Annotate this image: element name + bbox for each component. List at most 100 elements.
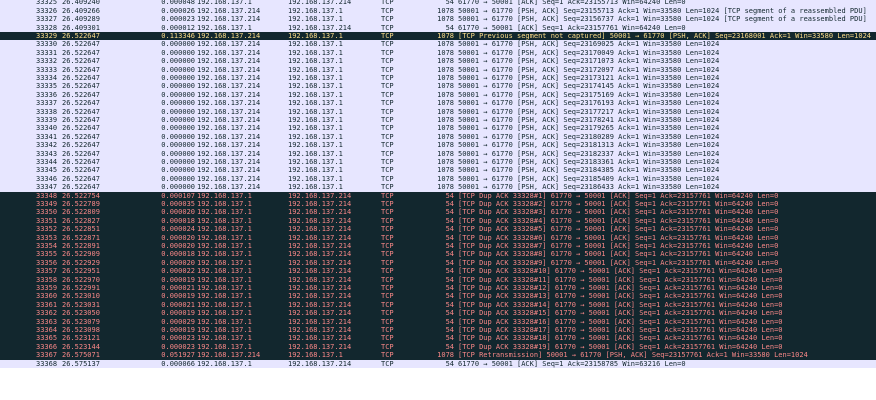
packet-protocol: TCP	[381, 326, 394, 334]
packet-destination: 192.168.137.214	[288, 200, 352, 208]
packet-row[interactable]: 33345 26.522647 0.000000 192.168.137.214 192…	[0, 166, 876, 175]
packet-row[interactable]: 33326 26.409266 0.000026 192.168.137.214 192…	[0, 6, 876, 16]
packet-row[interactable]: 33339 26.522647 0.000000 192.168.137.214 192…	[0, 116, 876, 125]
packet-destination: 192.168.137.214	[288, 326, 352, 334]
packet-length: 54	[445, 242, 454, 250]
packet-time: 26.522647	[62, 183, 100, 192]
packet-delta: 0.000020	[161, 258, 195, 267]
packet-info: 50001 → 61770 [PSH, ACK] Seq=23182337 Ac…	[458, 149, 720, 158]
packet-delta: 0.000023	[161, 15, 195, 24]
packet-row[interactable]: 33337 26.522647 0.000000 192.168.137.214 192…	[0, 99, 876, 108]
packet-source: 192.168.137.1	[197, 326, 252, 334]
packet-protocol: TCP	[381, 82, 394, 91]
packet-row[interactable]: 33351 26.522827 0.000018 192.168.137.1 192.1…	[0, 216, 876, 226]
packet-row[interactable]: 33344 26.522647 0.000000 192.168.137.214 192…	[0, 158, 876, 167]
packet-destination: 192.168.137.214	[288, 258, 352, 267]
packet-time: 26.522647	[62, 74, 100, 82]
packet-row[interactable]: 33352 26.522851 0.000024 192.168.137.1 192.1…	[0, 225, 876, 234]
packet-row[interactable]: 33331 26.522647 0.000000 192.168.137.214 192…	[0, 48, 876, 58]
packet-row[interactable]: 33350 26.522809 0.000020 192.168.137.1 192.1…	[0, 208, 876, 217]
packet-delta: 0.000000	[161, 99, 195, 108]
packet-row[interactable]: 33335 26.522647 0.000000 192.168.137.214 192…	[0, 82, 876, 91]
packet-row[interactable]: 33330 26.522647 0.000000 192.168.137.214 192…	[0, 40, 876, 49]
packet-source: 192.168.137.214	[197, 32, 261, 40]
packet-source: 192.168.137.214	[197, 116, 261, 124]
packet-row[interactable]: 33361 26.523031 0.000021 192.168.137.1 192.1…	[0, 300, 876, 310]
packet-time: 26.522647	[62, 48, 100, 57]
packet-source: 192.168.137.1	[197, 284, 252, 292]
packet-row[interactable]: 33348 26.522754 0.000107 192.168.137.1 192.1…	[0, 191, 876, 200]
packet-source: 192.168.137.214	[197, 183, 261, 192]
packet-length: 54	[445, 216, 454, 225]
packet-delta: 0.000019	[161, 275, 195, 284]
packet-row[interactable]: 33367 26.575071 0.051927 192.168.137.214 192…	[0, 351, 876, 360]
packet-source: 192.168.137.214	[197, 149, 261, 158]
packet-length: 1078	[437, 141, 454, 150]
packet-row[interactable]: 33354 26.522891 0.000020 192.168.137.1 192.1…	[0, 242, 876, 251]
packet-info: 50001 → 61770 [PSH, ACK] Seq=23186433 Ac…	[458, 183, 720, 192]
packet-row[interactable]: 33338 26.522647 0.000000 192.168.137.214 192…	[0, 107, 876, 116]
packet-row[interactable]: 33332 26.522647 0.000000 192.168.137.214 192…	[0, 57, 876, 66]
packet-row[interactable]: 33328 26.409301 0.000012 192.168.137.1 192.1…	[0, 23, 876, 32]
packet-info: [TCP Previous segment not captured] 5000…	[458, 32, 872, 40]
packet-row[interactable]: 33362 26.523050 0.000019 192.168.137.1 192.1…	[0, 309, 876, 318]
packet-info: [TCP Dup ACK 33328#5] 61770 → 50001 [ACK…	[458, 225, 779, 234]
packet-destination: 192.168.137.1	[288, 158, 343, 166]
packet-row[interactable]: 33357 26.522951 0.000022 192.168.137.1 192.1…	[0, 267, 876, 276]
packet-time: 26.522909	[62, 250, 100, 259]
packet-row[interactable]: 33325 26.409240 0.000048 192.168.137.1 192.1…	[0, 0, 876, 7]
packet-list[interactable]: 33325 26.409240 0.000048 192.168.137.1 192.1…	[0, 0, 876, 400]
packet-protocol: TCP	[381, 149, 394, 158]
packet-row[interactable]: 33358 26.522970 0.000019 192.168.137.1 192.1…	[0, 275, 876, 284]
packet-row[interactable]: 33341 26.522647 0.000000 192.168.137.214 192…	[0, 132, 876, 142]
packet-row[interactable]: 33368 26.575137 0.000066 192.168.137.1 192.1…	[0, 359, 876, 368]
packet-info: 50001 → 61770 [PSH, ACK] Seq=23183361 Ac…	[458, 158, 720, 166]
packet-source: 192.168.137.1	[197, 23, 252, 32]
packet-info: 50001 → 61770 [PSH, ACK] Seq=23184385 Ac…	[458, 166, 720, 175]
packet-row[interactable]: 33365 26.523121 0.000023 192.168.137.1 192.1…	[0, 334, 876, 343]
packet-row[interactable]: 33327 26.409289 0.000023 192.168.137.214 192…	[0, 15, 876, 24]
packet-row[interactable]: 33333 26.522647 0.000000 192.168.137.214 192…	[0, 65, 876, 74]
packet-row[interactable]: 33349 26.522789 0.000035 192.168.137.1 192.1…	[0, 200, 876, 209]
packet-protocol: TCP	[381, 275, 394, 284]
packet-row[interactable]: 33353 26.522871 0.000020 192.168.137.1 192.1…	[0, 233, 876, 242]
packet-row[interactable]: 33364 26.523098 0.000019 192.168.137.1 192.1…	[0, 326, 876, 335]
packet-row[interactable]: 33356 26.522929 0.000020 192.168.137.1 192.1…	[0, 258, 876, 268]
packet-length: 54	[445, 326, 454, 334]
selected-packet-row[interactable]: 33329 26.522647 0.113346 192.168.137.214 192…	[0, 32, 876, 41]
packet-row[interactable]: 33363 26.523079 0.000029 192.168.137.1 192.1…	[0, 317, 876, 326]
packet-info: 50001 → 61770 [PSH, ACK] Seq=23172097 Ac…	[458, 65, 720, 74]
packet-time: 26.522951	[62, 267, 100, 276]
packet-destination: 192.168.137.214	[288, 342, 352, 351]
packet-protocol: TCP	[381, 216, 394, 225]
packet-time: 26.522647	[62, 124, 100, 133]
packet-row[interactable]: 33360 26.523010 0.000019 192.168.137.1 192.1…	[0, 292, 876, 301]
packet-source: 192.168.137.214	[197, 124, 261, 133]
packet-destination: 192.168.137.214	[288, 334, 352, 343]
packet-delta: 0.000066	[161, 359, 195, 368]
packet-row[interactable]: 33343 26.522647 0.000000 192.168.137.214 192…	[0, 149, 876, 158]
packet-row[interactable]: 33355 26.522909 0.000018 192.168.137.1 192.1…	[0, 250, 876, 259]
packet-info: [TCP Dup ACK 33328#7] 61770 → 50001 [ACK…	[458, 242, 779, 250]
packet-row[interactable]: 33347 26.522647 0.000000 192.168.137.214 192…	[0, 183, 876, 192]
packet-time: 26.523031	[62, 300, 100, 309]
packet-delta: 0.000020	[161, 242, 195, 250]
packet-length: 1078	[437, 32, 454, 40]
packet-length: 1078	[437, 116, 454, 124]
packet-row[interactable]: 33334 26.522647 0.000000 192.168.137.214 192…	[0, 74, 876, 83]
packet-time: 26.522647	[62, 132, 100, 141]
packet-row[interactable]: 33336 26.522647 0.000000 192.168.137.214 192…	[0, 90, 876, 100]
packet-row[interactable]: 33359 26.522991 0.000021 192.168.137.1 192.1…	[0, 284, 876, 293]
packet-source: 192.168.137.214	[197, 132, 261, 141]
packet-length: 54	[445, 250, 454, 259]
packet-source: 192.168.137.214	[197, 90, 261, 99]
packet-length: 1078	[437, 90, 454, 99]
packet-source: 192.168.137.214	[197, 107, 261, 116]
packet-destination: 192.168.137.214	[288, 359, 352, 368]
packet-length: 54	[445, 342, 454, 351]
packet-row[interactable]: 33340 26.522647 0.000000 192.168.137.214 192…	[0, 124, 876, 133]
packet-row[interactable]: 33342 26.522647 0.000000 192.168.137.214 192…	[0, 141, 876, 150]
packet-row[interactable]: 33346 26.522647 0.000000 192.168.137.214 192…	[0, 174, 876, 184]
packet-protocol: TCP	[381, 359, 394, 368]
packet-row[interactable]: 33366 26.523144 0.000023 192.168.137.1 192.1…	[0, 342, 876, 352]
